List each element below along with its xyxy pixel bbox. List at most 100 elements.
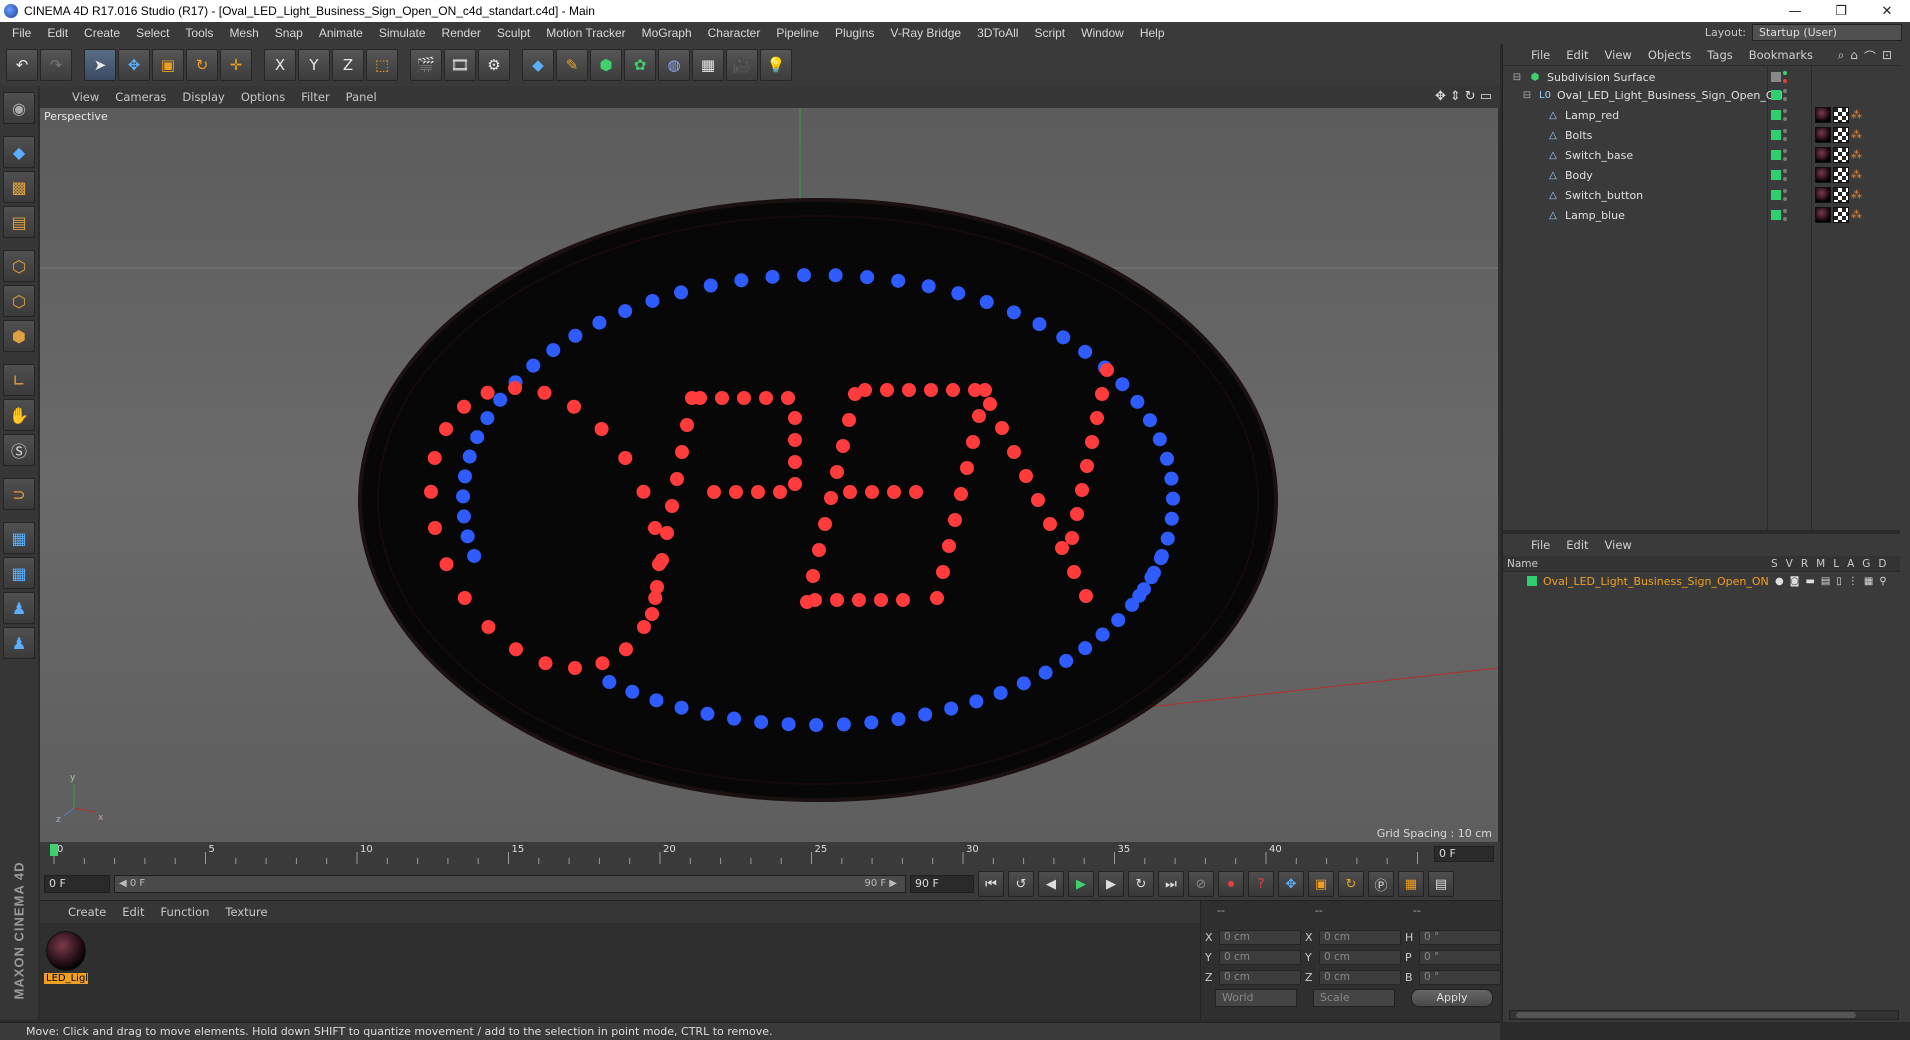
menu-file[interactable]: File [4, 26, 39, 40]
expand-icon[interactable]: ⊟ [1521, 89, 1533, 101]
world-select[interactable]: World [1215, 989, 1297, 1007]
om-menu-objects[interactable]: Objects [1640, 48, 1699, 62]
render-view-icon[interactable]: 🎬 [410, 49, 442, 81]
viewport-dolly-icon[interactable]: ⇕ [1450, 89, 1461, 104]
om-menu-tags[interactable]: Tags [1699, 48, 1740, 62]
autokey-icon[interactable]: ⏺ [1218, 871, 1244, 897]
keyframe-selection-icon[interactable]: ? [1248, 871, 1274, 897]
texture-mode-icon[interactable]: ▩ [3, 171, 35, 203]
light-icon[interactable]: 💡 [760, 49, 792, 81]
viewport-menu-display[interactable]: Display [174, 90, 232, 104]
model-mode-icon[interactable]: ◆ [3, 136, 35, 168]
viewport-menu-cameras[interactable]: Cameras [107, 90, 174, 104]
material-menu-edit[interactable]: Edit [114, 905, 152, 919]
lock-workplane-icon[interactable]: ▦ [3, 522, 35, 554]
viewport-menu-view[interactable]: View [64, 90, 107, 104]
menu-motion-tracker[interactable]: Motion Tracker [538, 26, 633, 40]
om-search-icon[interactable]: ⌕ [1838, 48, 1845, 65]
snap-icon[interactable]: ⊃ [3, 478, 35, 510]
menu-3dtoall[interactable]: 3DToAll [969, 26, 1026, 40]
om-row-oval-sign[interactable]: ⊟ L0 Oval_LED_Light_Business_Sign_Open_O… [1503, 86, 1910, 104]
coordinate-system-icon[interactable]: ⬚ [366, 49, 398, 81]
menu-vray-bridge[interactable]: V-Ray Bridge [882, 26, 969, 40]
material-menu-function[interactable]: Function [153, 905, 218, 919]
apply-button[interactable]: Apply [1411, 989, 1493, 1007]
material-menu-texture[interactable]: Texture [217, 905, 275, 919]
viewport-menu-options[interactable]: Options [233, 90, 293, 104]
pos-x-field[interactable]: 0 cm [1219, 929, 1301, 945]
menu-select[interactable]: Select [128, 26, 177, 40]
om-tags[interactable]: ⁂ [1815, 107, 1867, 123]
axis-mode-icon[interactable]: ∟ [3, 364, 35, 396]
workplane-align-icon[interactable]: ▦ [3, 557, 35, 589]
x-axis-icon[interactable]: X [264, 49, 296, 81]
key-rotation-icon[interactable]: ↻ [1338, 871, 1364, 897]
viewport-menu-panel[interactable]: Panel [338, 90, 385, 104]
timeline-window-icon[interactable]: ▤ [1428, 871, 1454, 897]
y-axis-icon[interactable]: Y [298, 49, 330, 81]
om-row-lamp-red[interactable]: △ Lamp_red ⁂ [1503, 106, 1910, 124]
menu-snap[interactable]: Snap [267, 26, 311, 40]
scale-icon[interactable]: ▣ [152, 49, 184, 81]
menu-render[interactable]: Render [434, 26, 489, 40]
layer-generator-icon[interactable]: ▦ [1864, 576, 1873, 587]
layer-name[interactable]: Oval_LED_Light_Business_Sign_Open_ON [1543, 575, 1769, 588]
om-row-body[interactable]: △ Body ⁂ [1503, 166, 1910, 184]
start-frame-field[interactable]: 0 F [44, 875, 110, 893]
next-key-icon[interactable]: ↻ [1128, 871, 1154, 897]
layer-lock-icon[interactable]: ▯ [1836, 576, 1842, 587]
menu-sculpt[interactable]: Sculpt [489, 26, 538, 40]
move-alt-icon[interactable]: ✛ [220, 49, 252, 81]
viewport-menu-filter[interactable]: Filter [293, 90, 337, 104]
workplane-icon[interactable]: ▤ [3, 206, 35, 238]
polygons-mode-icon[interactable]: ⬢ [3, 320, 35, 352]
layer-color-swatch[interactable] [1527, 576, 1537, 586]
om-tags[interactable]: ⁂ [1815, 167, 1867, 183]
size-y-field[interactable]: 0 cm [1319, 949, 1401, 965]
om-menu-edit[interactable]: Edit [1558, 48, 1596, 62]
points-mode-icon[interactable]: ⬡ [3, 250, 35, 282]
goto-end-icon[interactable]: ⏭ [1158, 871, 1184, 897]
camera-icon[interactable]: 🎥 [726, 49, 758, 81]
solo-icon[interactable]: Ⓢ [3, 434, 35, 466]
menu-mesh[interactable]: Mesh [221, 26, 266, 40]
key-position-icon[interactable]: ✥ [1278, 871, 1304, 897]
make-editable-icon[interactable]: ◉ [3, 92, 35, 124]
layer-manager-icon[interactable]: ▤ [1821, 576, 1830, 587]
menu-pipeline[interactable]: Pipeline [768, 26, 827, 40]
minimize-button[interactable]: — [1772, 0, 1818, 22]
menu-edit[interactable]: Edit [39, 26, 76, 40]
close-button[interactable]: ✕ [1864, 0, 1910, 22]
layer-row[interactable]: Oval_LED_Light_Business_Sign_Open_ON ● ◙… [1503, 572, 1910, 590]
om-up-icon[interactable]: ⌒ [1864, 48, 1876, 65]
deformer-icon[interactable]: ◍ [658, 49, 690, 81]
material-swatch[interactable]: LED_Ligl [44, 931, 88, 989]
layer-animation-icon[interactable]: ⋮ [1848, 576, 1858, 587]
menu-animate[interactable]: Animate [311, 26, 371, 40]
menu-script[interactable]: Script [1026, 26, 1073, 40]
play-icon[interactable]: ▶ [1068, 871, 1094, 897]
lm-menu-view[interactable]: View [1597, 538, 1640, 552]
3d-viewport[interactable]: y x z Perspective Grid Spacing : 10 cm [40, 108, 1498, 842]
pos-z-field[interactable]: 0 cm [1219, 969, 1301, 985]
om-menu-bookmarks[interactable]: Bookmarks [1741, 48, 1821, 62]
pos-y-field[interactable]: 0 cm [1219, 949, 1301, 965]
om-row-switch-button[interactable]: △ Switch_button ⁂ [1503, 186, 1910, 204]
move-icon[interactable]: ✥ [118, 49, 150, 81]
restore-button[interactable]: ❐ [1818, 0, 1864, 22]
python-icon[interactable]: ♟ [3, 592, 35, 624]
menu-tools[interactable]: Tools [177, 26, 221, 40]
om-menu-view[interactable]: View [1597, 48, 1640, 62]
om-tags[interactable]: ⁂ [1815, 207, 1867, 223]
om-flags[interactable] [1771, 186, 1797, 204]
menu-plugins[interactable]: Plugins [827, 26, 882, 40]
layer-scrollbar[interactable] [1509, 1010, 1899, 1020]
om-tags[interactable]: ⁂ [1815, 127, 1867, 143]
size-z-field[interactable]: 0 cm [1319, 969, 1401, 985]
redo-icon[interactable]: ↷ [40, 49, 72, 81]
material-menu-create[interactable]: Create [60, 905, 114, 919]
om-menu-file[interactable]: File [1523, 48, 1558, 62]
subdivision-icon[interactable]: ⬢ [590, 49, 622, 81]
om-flags[interactable] [1771, 146, 1797, 164]
menu-mograph[interactable]: MoGraph [634, 26, 700, 40]
